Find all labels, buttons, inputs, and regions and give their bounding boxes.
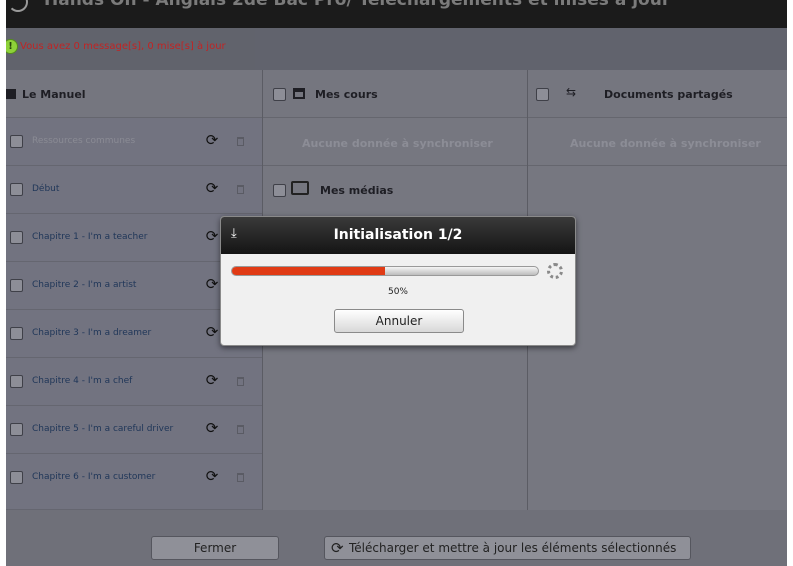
item-checkbox[interactable] bbox=[10, 327, 23, 340]
spinner-icon bbox=[547, 263, 563, 279]
item-label: Ressources communes bbox=[32, 136, 136, 146]
download-update-button[interactable]: ⟳ Télécharger et mettre à jour les éléme… bbox=[324, 536, 691, 560]
item-checkbox[interactable] bbox=[10, 471, 23, 484]
trash-icon[interactable] bbox=[237, 425, 244, 434]
media-label: Mes médias bbox=[320, 184, 394, 197]
shared-empty-text: Aucune donnée à synchroniser bbox=[570, 137, 761, 150]
title-bar: Hands On - Anglais 2de Bac Pro/ Téléchar… bbox=[6, 0, 787, 28]
item-label: Début bbox=[32, 184, 60, 194]
dialog-title: Initialisation 1/2 bbox=[333, 227, 463, 243]
column-title-shared: Documents partagés bbox=[604, 88, 733, 101]
shared-checkbox[interactable] bbox=[536, 88, 549, 101]
item-checkbox[interactable] bbox=[10, 183, 23, 196]
share-arrows-icon: ⇆ bbox=[566, 85, 577, 99]
download-update-label: Télécharger et mettre à jour les élément… bbox=[349, 541, 677, 555]
sync-icon[interactable]: ⟳ bbox=[204, 132, 220, 148]
column-header-shared: ⇆ Documents partagés bbox=[528, 70, 787, 118]
app-window: Hands On - Anglais 2de Bac Pro/ Téléchar… bbox=[6, 0, 787, 566]
trash-icon[interactable] bbox=[237, 137, 244, 146]
progress-percent: 50% bbox=[387, 287, 408, 297]
cancel-button[interactable]: Annuler bbox=[334, 309, 464, 333]
item-checkbox[interactable] bbox=[10, 375, 23, 388]
sync-icon[interactable]: ⟳ bbox=[204, 228, 220, 244]
sync-icon[interactable]: ⟳ bbox=[204, 180, 220, 196]
trash-icon[interactable] bbox=[237, 473, 244, 482]
item-label: Chapitre 4 - I'm a chef bbox=[32, 376, 133, 386]
sync-icon[interactable]: ⟳ bbox=[204, 468, 220, 484]
trash-icon[interactable] bbox=[237, 377, 244, 386]
courses-checkbox[interactable] bbox=[273, 88, 286, 101]
progress-fill bbox=[232, 267, 385, 275]
list-item[interactable]: Chapitre 5 - I'm a careful driver ⟳ bbox=[6, 406, 262, 454]
item-label: Chapitre 3 - I'm a dreamer bbox=[32, 328, 152, 338]
close-button[interactable]: Fermer bbox=[151, 536, 279, 560]
item-label: Chapitre 6 - I'm a customer bbox=[32, 472, 156, 482]
media-row[interactable]: Mes médias bbox=[263, 166, 527, 214]
sync-icon[interactable]: ⟳ bbox=[204, 324, 220, 340]
row-divider bbox=[528, 165, 787, 166]
ok-icon: ! bbox=[6, 39, 18, 54]
dialog-header: ⤓ Initialisation 1/2 bbox=[221, 217, 575, 254]
progress-dialog: ⤓ Initialisation 1/2 50% Annuler bbox=[220, 216, 576, 346]
list-item[interactable]: Chapitre 4 - I'm a chef ⟳ bbox=[6, 358, 262, 406]
item-label: Chapitre 1 - I'm a teacher bbox=[32, 232, 148, 242]
trash-icon[interactable] bbox=[237, 185, 244, 194]
list-item[interactable]: Chapitre 6 - I'm a customer ⟳ bbox=[6, 454, 262, 510]
item-checkbox[interactable] bbox=[10, 423, 23, 436]
item-label: Chapitre 5 - I'm a careful driver bbox=[32, 424, 174, 434]
item-label: Chapitre 2 - I'm a artist bbox=[32, 280, 137, 290]
list-item[interactable]: Début ⟳ bbox=[6, 166, 262, 214]
media-icon bbox=[291, 181, 309, 195]
sync-icon[interactable]: ⟳ bbox=[204, 420, 220, 436]
courses-icon bbox=[293, 88, 305, 99]
media-checkbox[interactable] bbox=[273, 184, 286, 197]
item-checkbox[interactable] bbox=[10, 231, 23, 244]
item-checkbox[interactable] bbox=[10, 135, 23, 148]
message-bar: ! Vous avez 0 message[s], 0 mise[s] à jo… bbox=[6, 28, 787, 70]
courses-empty-text: Aucune donnée à synchroniser bbox=[302, 137, 493, 150]
refresh-icon bbox=[8, 0, 28, 12]
sync-icon: ⟳ bbox=[331, 539, 344, 557]
column-header-courses: Mes cours bbox=[263, 70, 527, 118]
column-header-manual: Le Manuel bbox=[6, 70, 262, 118]
sync-icon[interactable]: ⟳ bbox=[204, 276, 220, 292]
column-title-manual: Le Manuel bbox=[22, 88, 86, 101]
message-text: Vous avez 0 message[s], 0 mise[s] à jour bbox=[20, 41, 226, 52]
bottom-bar: Fermer ⟳ Télécharger et mettre à jour le… bbox=[6, 510, 787, 566]
list-item[interactable]: Ressources communes ⟳ bbox=[6, 118, 262, 166]
progress-bar bbox=[231, 266, 539, 276]
column-title-courses: Mes cours bbox=[315, 88, 378, 101]
window-title: Hands On - Anglais 2de Bac Pro/ Téléchar… bbox=[44, 0, 671, 10]
item-checkbox[interactable] bbox=[10, 279, 23, 292]
sync-icon[interactable]: ⟳ bbox=[204, 372, 220, 388]
grid-icon bbox=[6, 89, 16, 99]
